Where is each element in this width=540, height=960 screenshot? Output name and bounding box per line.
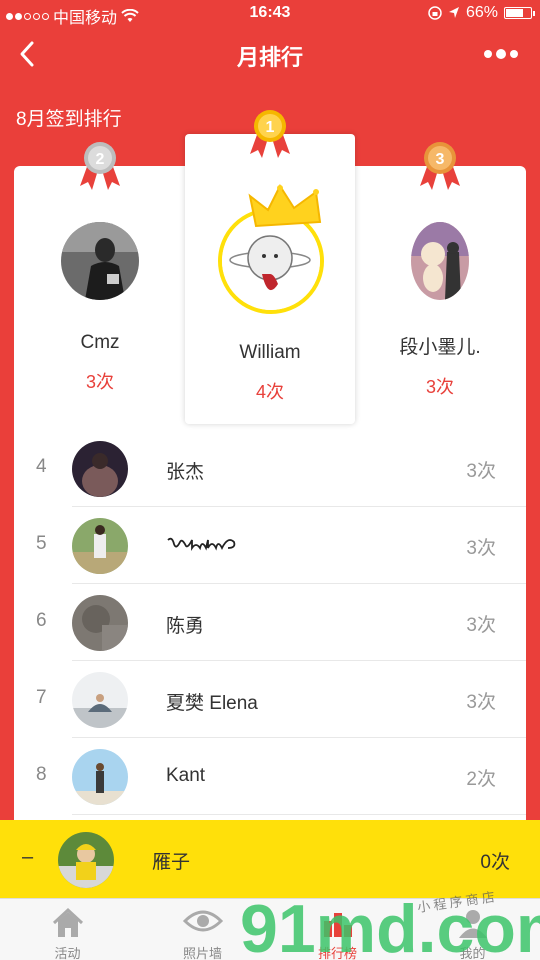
avatar (72, 518, 128, 574)
location-icon (448, 7, 459, 18)
my-rank-bar[interactable]: – 雁子 0次 (0, 820, 540, 898)
avatar (72, 441, 128, 497)
tab-bar: 活动 照片墙 排行榜 我的 (0, 898, 540, 960)
eye-icon (182, 910, 223, 932)
rank-name-handwritten-icon (166, 534, 238, 560)
rank-list: 4 张杰 3次 5 3次 6 陈勇 3次 7 夏樊 Elena 3次 8 Kan… (14, 430, 526, 815)
gold-medal-rank: 1 (266, 119, 275, 136)
podium-first-name: William (239, 342, 301, 363)
avatar-second-image (61, 222, 139, 300)
rank-number: 6 (36, 610, 47, 631)
rank-name: Kant (166, 765, 206, 786)
tab-photo-wall-label: 照片墙 (182, 946, 222, 960)
avatar (72, 672, 128, 728)
tab-activity-label: 活动 (54, 946, 81, 960)
tab-ranking[interactable]: 排行榜 (270, 899, 405, 960)
battery-icon (504, 7, 535, 19)
list-item[interactable]: 8 Kant 2次 (14, 738, 526, 815)
rank-count: 3次 (466, 538, 496, 559)
rank-number: 7 (36, 687, 47, 708)
more-dot-icon (484, 50, 492, 58)
silver-medal-rank: 2 (96, 151, 105, 168)
list-item[interactable]: 7 夏樊 Elena 3次 (14, 661, 526, 738)
my-rank-count: 0次 (480, 852, 510, 873)
avatar-second[interactable] (61, 222, 139, 300)
list-item[interactable]: 5 3次 (14, 507, 526, 584)
podium-third-count: 3次 (425, 377, 454, 397)
my-avatar (58, 832, 114, 888)
crown-icon (248, 183, 322, 228)
list-item[interactable]: 4 张杰 3次 (14, 430, 526, 507)
month-ranking-label: 8月签到排行 (16, 109, 122, 130)
rank-count: 3次 (466, 461, 496, 482)
rank-count: 3次 (466, 615, 496, 636)
handwritten-name-icon (167, 537, 236, 551)
home-icon (52, 907, 83, 937)
avatar (72, 595, 128, 651)
podium-third-name: 段小墨儿. (399, 337, 481, 358)
battery-percent: 66% (465, 4, 498, 21)
list-item[interactable]: 6 陈勇 3次 (14, 584, 526, 661)
more-button[interactable] (484, 44, 520, 64)
nav-bar: 月排行 (0, 28, 540, 84)
tab-photo-wall[interactable]: 照片墙 (135, 899, 270, 960)
ranking-icon (323, 913, 352, 937)
more-dot-icon (496, 49, 506, 59)
my-rank-name: 雁子 (152, 852, 191, 873)
silver-medal-icon: 2 (80, 142, 120, 190)
gold-medal-icon: 1 (250, 110, 290, 158)
rank-count: 2次 (466, 769, 496, 790)
rank-number: 8 (36, 764, 47, 785)
podium-first: William 4次 (185, 342, 355, 404)
avatar-third[interactable] (411, 222, 469, 300)
rank-number: 5 (36, 533, 47, 554)
rank-name: 陈勇 (166, 616, 205, 637)
avatar-third-image (411, 222, 469, 300)
avatar (72, 749, 128, 805)
rank-name: 张杰 (166, 462, 205, 483)
page-title: 月排行 (236, 45, 303, 70)
lock-rotation-icon (428, 6, 442, 20)
status-bar: 中国移动 16:43 66% (0, 0, 540, 28)
rank-name: 夏樊 Elena (166, 693, 258, 714)
podium-first-count: 4次 (255, 382, 284, 402)
more-dot-icon (510, 50, 518, 58)
bronze-medal-icon: 3 (420, 142, 460, 190)
podium-third: 段小墨儿. 3次 (360, 332, 520, 399)
rank-number: 4 (36, 456, 47, 477)
tab-mine[interactable]: 我的 (405, 899, 540, 960)
my-rank-number: – (22, 846, 34, 868)
rank-count: 3次 (466, 692, 496, 713)
user-icon (458, 910, 487, 938)
status-right: 66% (428, 4, 535, 22)
podium-second-name: Cmz (80, 332, 120, 353)
tab-ranking-label: 排行榜 (317, 946, 357, 960)
tab-activity[interactable]: 活动 (0, 899, 135, 960)
divider (72, 814, 526, 815)
bronze-medal-rank: 3 (436, 151, 445, 168)
podium-second: Cmz 3次 (30, 332, 170, 394)
tab-mine-label: 我的 (459, 946, 486, 960)
podium-second-count: 3次 (85, 372, 114, 392)
